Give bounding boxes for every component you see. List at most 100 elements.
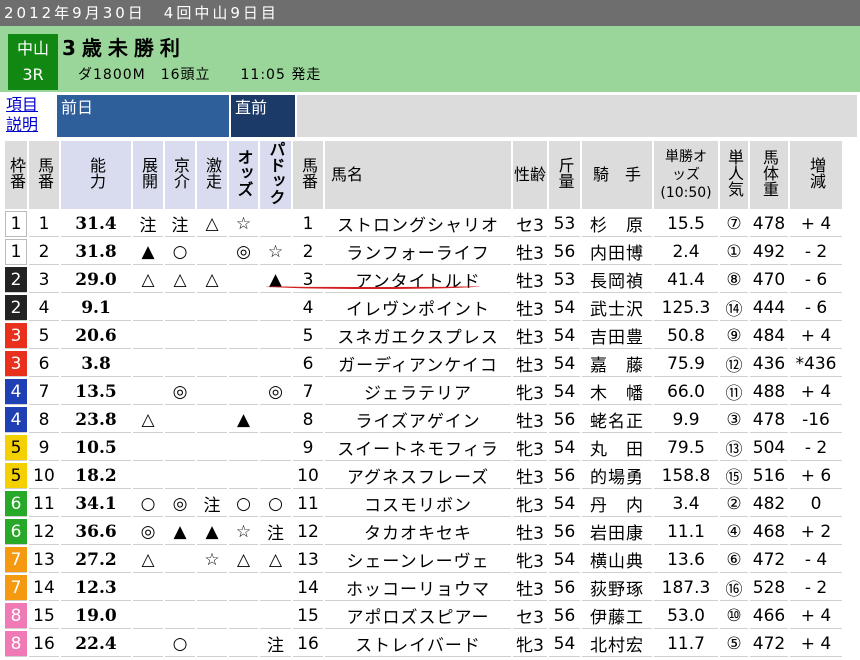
cell-kyoukai xyxy=(165,295,195,321)
cell-popularity: ⑪ xyxy=(720,379,748,405)
table-row: 2 3 29.0 △ △ △ ▲ 3 アンタイトルド 牡3 53 長岡禎 41.4 ⑧ 470- 6 xyxy=(5,267,842,293)
cell-sex-age: 牡3 xyxy=(513,295,547,321)
cell-name: ライズアゲイン xyxy=(325,407,511,433)
cell-odds-mark xyxy=(229,323,258,349)
cell-umaban: 3 xyxy=(29,267,59,293)
cell-umaban2: 3 xyxy=(293,267,323,293)
race-number: 3R xyxy=(22,65,44,84)
legend-link[interactable]: 項目 説明 xyxy=(3,95,55,137)
cell-ability: 23.8 xyxy=(61,407,131,433)
cell-odds-mark xyxy=(229,267,258,293)
cell-diff: - 2 xyxy=(790,239,842,265)
cell-umaban2: 7 xyxy=(293,379,323,405)
cell-kyoukai xyxy=(165,435,195,461)
cell-sex-age: 牝3 xyxy=(513,491,547,517)
col-weight: 馬体重 xyxy=(750,141,788,209)
table-row: 6 12 36.6 ◎ ▲ ▲ ☆ 注 12 タカオキセキ 牡3 56 岩田康 11.1 ④ 468 + 2 xyxy=(5,519,842,545)
cell-win-odds: 66.0 xyxy=(654,379,718,405)
cell-waku: 3 xyxy=(5,323,27,349)
table-row: 3 6 3.8 6 ガーディアンケイコ 牡3 54 嘉 藤 75.9 ⑫ 436 *436 xyxy=(5,351,842,377)
col-win-odds: 単勝オッズ(10:50) xyxy=(654,141,718,209)
cell-kyoukai: ○ xyxy=(165,631,195,657)
cell-weight: 488 xyxy=(750,379,788,405)
entries-table: 枠番 馬番 能力 展開 京介 激走 オッズ パドック 馬番 馬名 性齢 斤量 騎… xyxy=(3,139,844,659)
cell-paddock xyxy=(260,295,291,321)
cell-name: ランフォーライフ xyxy=(325,239,511,265)
cell-tenkai xyxy=(133,379,163,405)
cell-popularity: ⑭ xyxy=(720,295,748,321)
cell-jockey: 岩田康 xyxy=(582,519,652,545)
cell-kyoukai: △ xyxy=(165,267,195,293)
cell-jockey: 内田博 xyxy=(582,239,652,265)
cell-diff: + 6 xyxy=(790,463,842,489)
cell-paddock: △ xyxy=(260,547,291,573)
col-tenkai: 展開 xyxy=(133,141,163,209)
cell-waku: 7 xyxy=(5,575,27,601)
cell-jockey: 嘉 藤 xyxy=(582,351,652,377)
table-header-row: 枠番 馬番 能力 展開 京介 激走 オッズ パドック 馬番 馬名 性齢 斤量 騎… xyxy=(5,141,842,209)
legend-link-line2[interactable]: 説明 xyxy=(3,115,55,135)
cell-waku: 6 xyxy=(5,519,27,545)
cell-kyoukai: ◎ xyxy=(165,379,195,405)
cell-win-odds: 75.9 xyxy=(654,351,718,377)
cell-weight: 472 xyxy=(750,631,788,657)
table-row: 8 16 22.4 ○ 注 16 ストレイバード 牝3 54 北村宏 11.7 ⑤ 472 + 4 xyxy=(5,631,842,657)
col-sex-age: 性齢 xyxy=(513,141,547,209)
cell-sex-age: 牡3 xyxy=(513,267,547,293)
cell-waku: 8 xyxy=(5,631,27,657)
cell-kinryo: 56 xyxy=(549,407,580,433)
cell-kinryo: 54 xyxy=(549,631,580,657)
cell-odds-mark: △ xyxy=(229,547,258,573)
cell-jockey: 荻野琢 xyxy=(582,575,652,601)
cell-popularity: ① xyxy=(720,239,748,265)
cell-waku: 1 xyxy=(5,239,27,265)
cell-odds-mark xyxy=(229,463,258,489)
col-gekisou: 激走 xyxy=(197,141,227,209)
cell-name: タカオキセキ xyxy=(325,519,511,545)
cell-kinryo: 56 xyxy=(549,575,580,601)
table-row: 4 8 23.8 △ ▲ 8 ライズアゲイン 牡3 56 蛯名正 9.9 ③ 478 -16 xyxy=(5,407,842,433)
cell-umaban2: 16 xyxy=(293,631,323,657)
cell-popularity: ③ xyxy=(720,407,748,433)
cell-umaban: 14 xyxy=(29,575,59,601)
cell-sex-age: 牝3 xyxy=(513,547,547,573)
race-conditions: ダ1800M 16頭立 11:05 発走 xyxy=(78,67,322,83)
col-odds-mark: オッズ xyxy=(229,141,258,209)
cell-diff: + 4 xyxy=(790,603,842,629)
legend-link-line1[interactable]: 項目 xyxy=(3,95,55,115)
cell-kinryo: 54 xyxy=(549,379,580,405)
venue-name: 中山 xyxy=(16,39,49,58)
col-umaban2: 馬番 xyxy=(293,141,323,209)
cell-win-odds: 3.4 xyxy=(654,491,718,517)
cell-umaban2: 9 xyxy=(293,435,323,461)
cell-sex-age: 牡3 xyxy=(513,239,547,265)
table-row: 5 10 18.2 10 アグネスフレーズ 牡3 56 的場勇 158.8 ⑮ 516 + 6 xyxy=(5,463,842,489)
col-umaban: 馬番 xyxy=(29,141,59,209)
cell-win-odds: 2.4 xyxy=(654,239,718,265)
cell-kinryo: 53 xyxy=(549,211,580,237)
cell-waku: 2 xyxy=(5,295,27,321)
cell-umaban2: 1 xyxy=(293,211,323,237)
cell-umaban2: 2 xyxy=(293,239,323,265)
cell-kyoukai xyxy=(165,323,195,349)
cell-weight: 482 xyxy=(750,491,788,517)
cell-kinryo: 56 xyxy=(549,603,580,629)
cell-ability: 12.3 xyxy=(61,575,131,601)
cell-jockey: 蛯名正 xyxy=(582,407,652,433)
cell-diff: + 4 xyxy=(790,211,842,237)
cell-ability: 19.0 xyxy=(61,603,131,629)
cell-ability: 20.6 xyxy=(61,323,131,349)
cell-paddock xyxy=(260,575,291,601)
date-bar: 2012年9月30日 4回中山9日目 xyxy=(0,0,860,26)
cell-weight: 444 xyxy=(750,295,788,321)
cell-tenkai: 注 xyxy=(133,211,163,237)
table-row: 3 5 20.6 5 スネガエクスプレス 牡3 54 吉田豊 50.8 ⑨ 484 + 4 xyxy=(5,323,842,349)
cell-umaban2: 5 xyxy=(293,323,323,349)
cell-paddock: ☆ xyxy=(260,239,291,265)
cell-kyoukai xyxy=(165,603,195,629)
cell-kyoukai: ◎ xyxy=(165,491,195,517)
cell-kyoukai xyxy=(165,463,195,489)
cell-win-odds: 187.3 xyxy=(654,575,718,601)
cell-waku: 1 xyxy=(5,211,27,237)
cell-weight: 516 xyxy=(750,463,788,489)
